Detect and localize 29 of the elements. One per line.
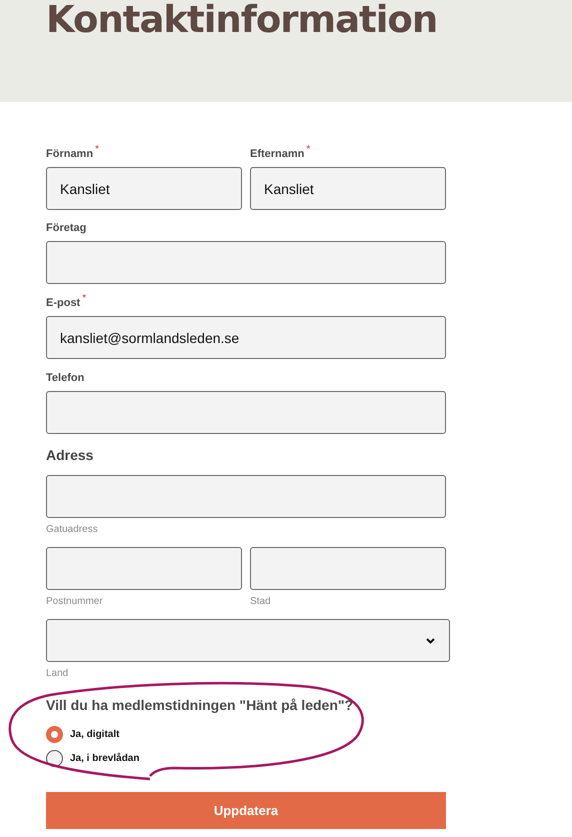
radio-label: Ja, digitalt bbox=[70, 728, 120, 740]
field-label: Telefon bbox=[46, 371, 84, 386]
input-field[interactable] bbox=[46, 475, 446, 518]
input-field[interactable] bbox=[46, 391, 446, 434]
input-field[interactable] bbox=[46, 547, 242, 590]
field-label: Efternamn bbox=[250, 147, 304, 162]
input-field[interactable]: Kansliet bbox=[46, 167, 242, 210]
field-caption: Land bbox=[46, 667, 68, 680]
page-title: Kontaktinformation bbox=[46, 0, 438, 41]
input-field[interactable] bbox=[46, 241, 446, 284]
input-field[interactable]: kansliet@sormlandsleden.se bbox=[46, 316, 446, 359]
field-caption: Gatuadress bbox=[46, 523, 98, 536]
radio-button[interactable] bbox=[46, 726, 63, 742]
field-caption: Postnummer bbox=[46, 595, 103, 608]
section-heading: Adress bbox=[46, 447, 94, 463]
field-label: Företag bbox=[46, 221, 86, 236]
input-field[interactable] bbox=[250, 547, 446, 590]
chevron-down-icon bbox=[426, 638, 435, 644]
field-label: Förnamn bbox=[46, 147, 94, 162]
required-mark: * bbox=[95, 144, 99, 155]
input-field[interactable]: Kansliet bbox=[250, 167, 446, 210]
country-select[interactable] bbox=[46, 619, 450, 662]
required-mark: * bbox=[82, 293, 86, 304]
question-text: Vill du ha medlemstidningen "Hänt på leden"? bbox=[46, 697, 354, 713]
radio-label: Ja, i brevlådan bbox=[70, 752, 140, 764]
field-label: E-post bbox=[46, 296, 80, 311]
required-mark: * bbox=[306, 144, 310, 155]
radio-button[interactable] bbox=[46, 750, 63, 766]
field-caption: Stad bbox=[250, 595, 271, 608]
